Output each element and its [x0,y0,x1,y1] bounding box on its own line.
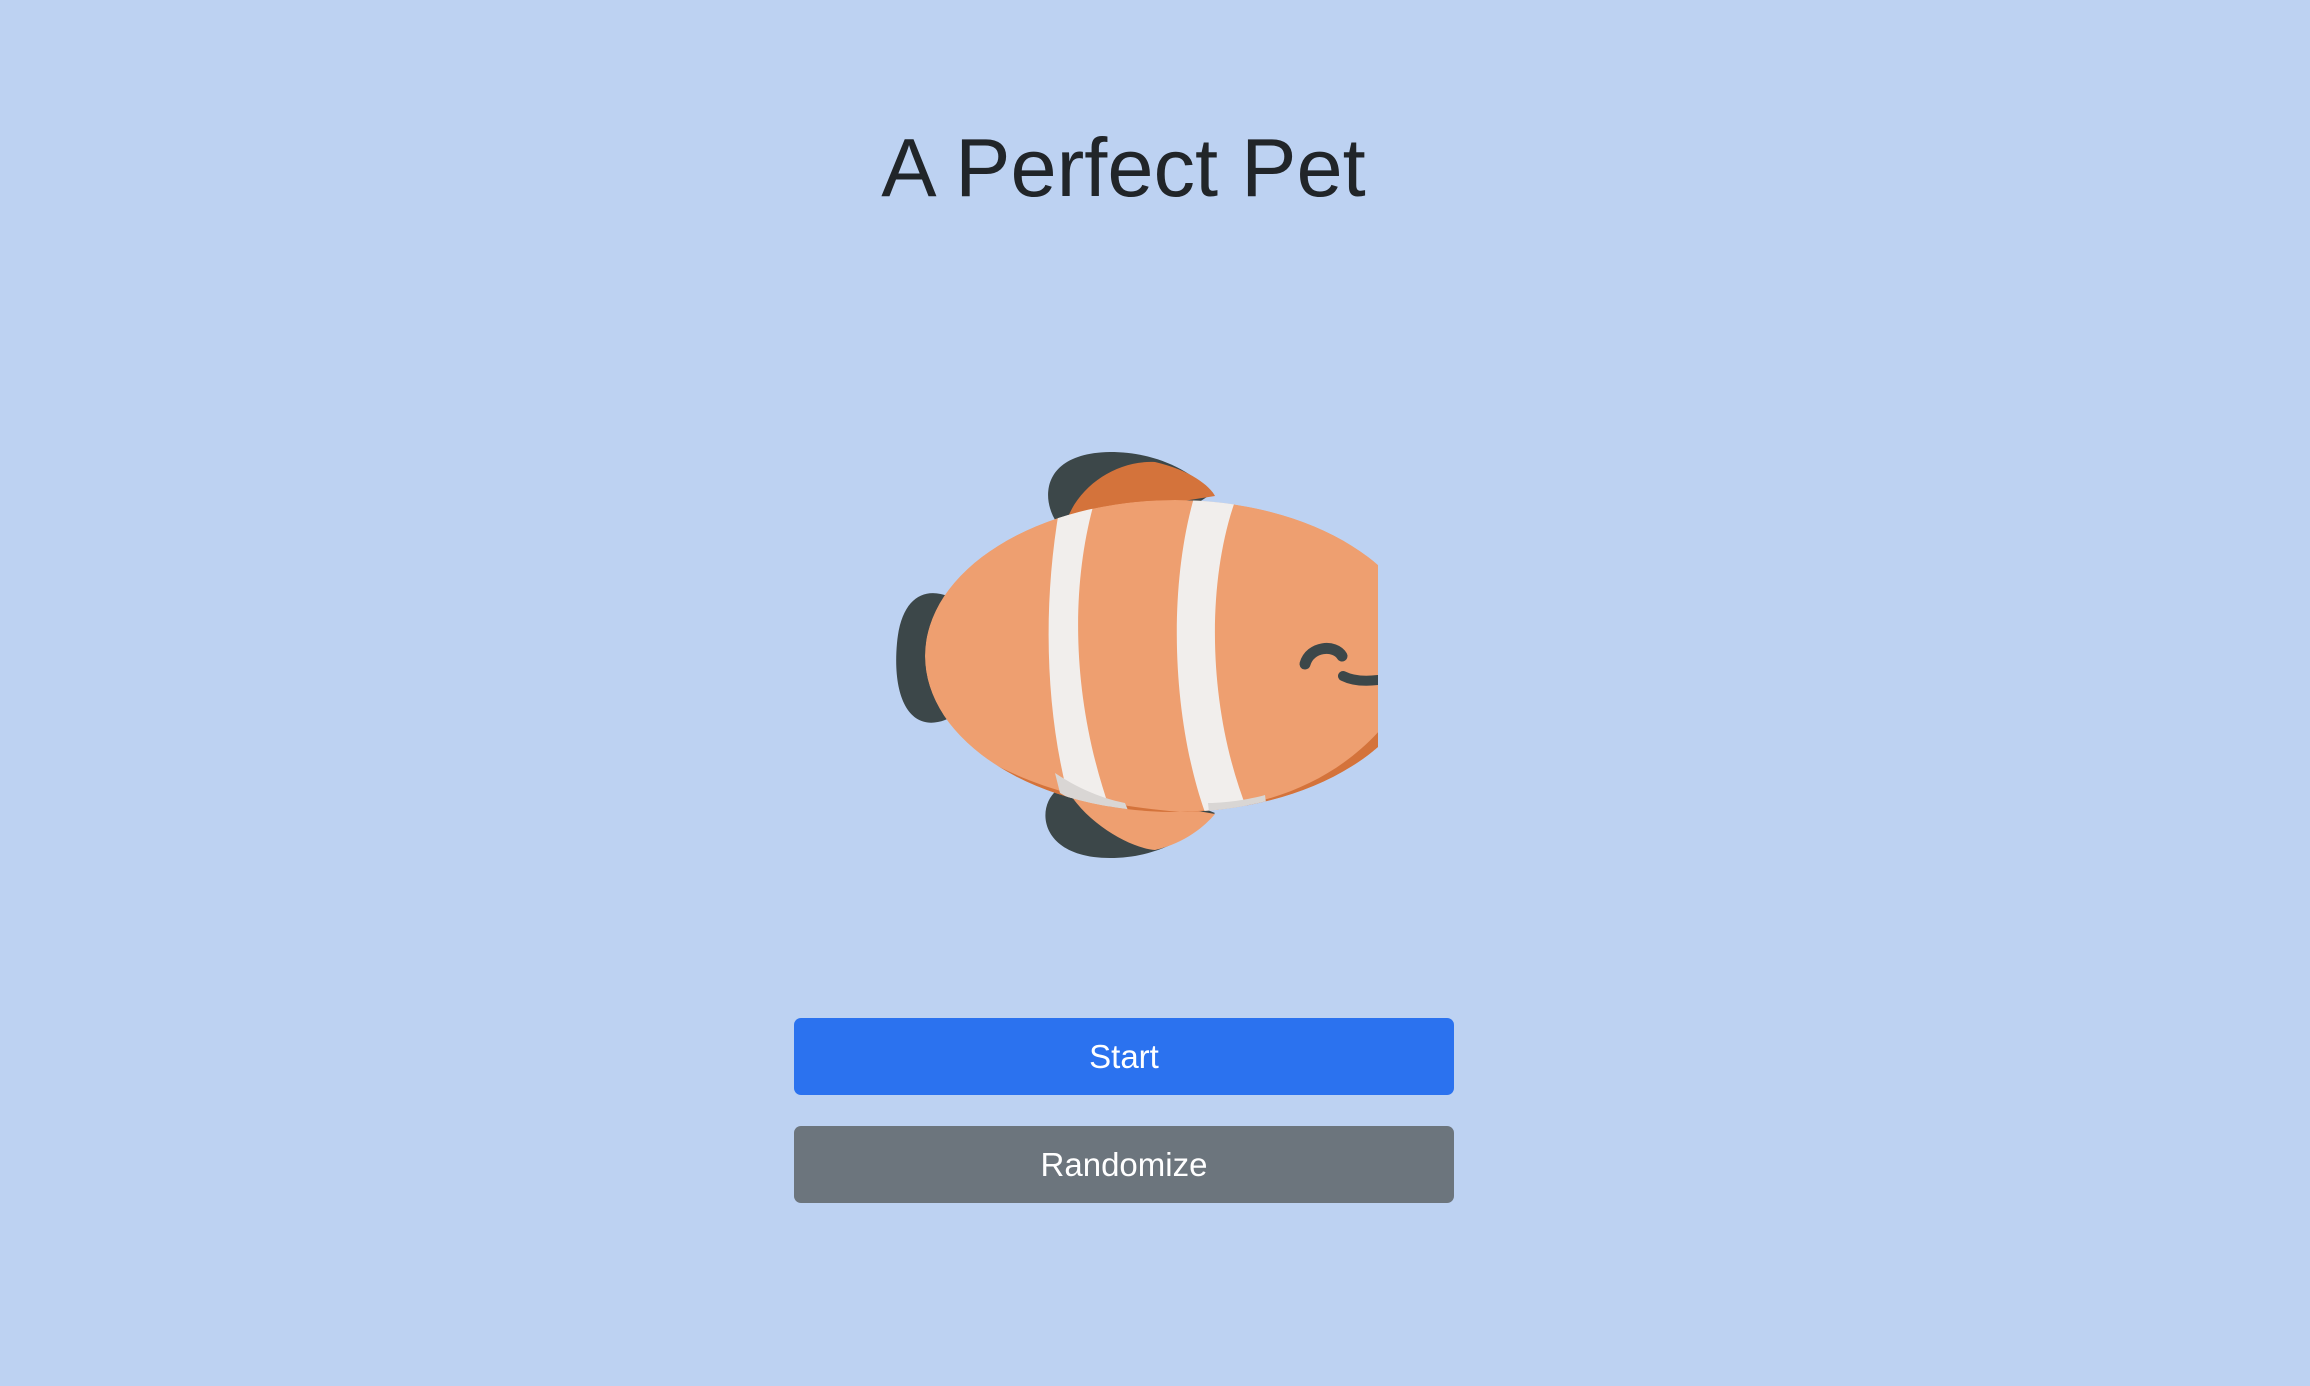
randomize-button[interactable]: Randomize [794,1126,1454,1203]
pet-image [870,448,1378,863]
start-button[interactable]: Start [794,1018,1454,1095]
page: A Perfect Pet Start Randomize [0,0,2310,1386]
page-title: A Perfect Pet [881,121,1366,214]
clownfish-icon [896,452,1378,858]
